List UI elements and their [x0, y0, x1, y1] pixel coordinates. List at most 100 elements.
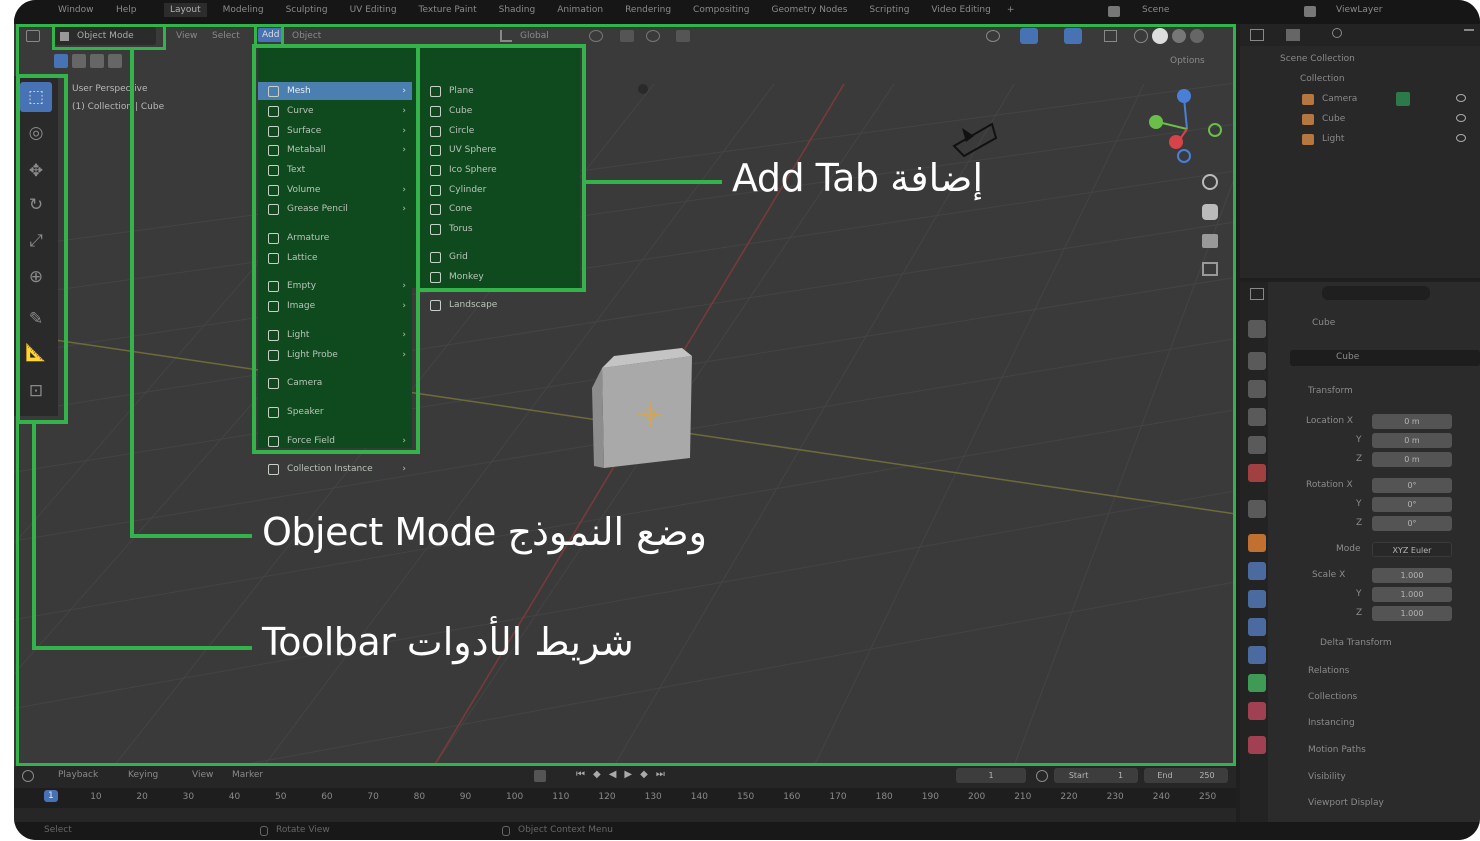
- outliner-collection[interactable]: Collection: [1300, 74, 1345, 84]
- rotation-y-field[interactable]: 0°: [1372, 497, 1452, 512]
- jump-keyframe-back-icon[interactable]: ◆: [593, 769, 601, 780]
- menu-marker[interactable]: Marker: [232, 770, 263, 780]
- workspace-tab-geometry-nodes[interactable]: Geometry Nodes: [765, 3, 853, 17]
- tool-tab-icon[interactable]: [1248, 320, 1266, 338]
- panel-viewport-display[interactable]: Viewport Display: [1308, 798, 1384, 808]
- frame-tick-label: 20: [136, 792, 148, 802]
- display-mode-icon[interactable]: [1286, 29, 1300, 41]
- outliner-scene-collection[interactable]: Scene Collection: [1280, 54, 1355, 64]
- physics-tab-icon[interactable]: [1248, 618, 1266, 636]
- add-workspace-button[interactable]: +: [1003, 3, 1019, 17]
- scale-y-field[interactable]: 1.000: [1372, 587, 1452, 602]
- mouse-right-icon: [502, 826, 510, 836]
- properties-editor-icon[interactable]: [1250, 288, 1264, 300]
- cube-item-icon: [1302, 114, 1314, 125]
- scale-x-label: Scale X: [1312, 570, 1346, 580]
- view-layer-selector[interactable]: ViewLayer: [1336, 5, 1382, 15]
- menu-window[interactable]: Window: [58, 5, 94, 15]
- frame-tick-label: 150: [737, 792, 755, 802]
- rotation-mode-dropdown[interactable]: XYZ Euler: [1372, 542, 1452, 557]
- properties-panel: Cube Cube Transform Location X 0 m Y 0 m…: [1240, 282, 1480, 840]
- jump-keyframe-forward-icon[interactable]: ◆: [640, 769, 648, 780]
- frame-tick-label: 110: [552, 792, 570, 802]
- workspace-tab-shading[interactable]: Shading: [493, 3, 542, 17]
- outliner-item-light[interactable]: Light: [1322, 134, 1344, 144]
- workspace-tab-rendering[interactable]: Rendering: [619, 3, 677, 17]
- rotation-z-field[interactable]: 0°: [1372, 516, 1452, 531]
- menu-keying[interactable]: Keying: [128, 770, 158, 780]
- collection-tab-icon[interactable]: [1248, 500, 1266, 518]
- outliner-search-icon[interactable]: [1332, 28, 1342, 38]
- workspace-tab-texture-paint[interactable]: Texture Paint: [413, 3, 483, 17]
- panel-motion-paths[interactable]: Motion Paths: [1308, 745, 1366, 755]
- scene-tab-icon[interactable]: [1248, 436, 1266, 454]
- outliner-item-camera[interactable]: Camera: [1322, 94, 1357, 104]
- panel-delta-transform[interactable]: Delta Transform: [1320, 638, 1392, 648]
- outliner-header: [1240, 24, 1480, 46]
- blender-window: Window Help Layout Modeling Sculpting UV…: [14, 0, 1480, 840]
- panel-collections[interactable]: Collections: [1308, 692, 1357, 702]
- transform-panel-header[interactable]: Transform: [1308, 386, 1353, 396]
- play-icon[interactable]: ▶: [624, 769, 632, 780]
- panel-visibility[interactable]: Visibility: [1308, 772, 1346, 782]
- add-tab-leader-line: [586, 180, 722, 184]
- location-z-field[interactable]: 0 m: [1372, 452, 1452, 467]
- rotation-y-label: Y: [1356, 499, 1362, 509]
- status-bar: Select Rotate View Object Context Menu: [14, 822, 1480, 840]
- rotation-mode-label: Mode: [1336, 544, 1361, 554]
- constraints-tab-icon[interactable]: [1248, 646, 1266, 664]
- texture-tab-icon[interactable]: [1248, 736, 1266, 754]
- modifier-tab-icon[interactable]: [1248, 562, 1266, 580]
- visibility-eye-icon[interactable]: [1456, 114, 1466, 122]
- filter-icon[interactable]: [1464, 29, 1474, 41]
- add-menu-highlight-col2: [416, 44, 586, 292]
- jump-end-icon[interactable]: ⏭: [656, 769, 665, 780]
- record-icon[interactable]: [534, 770, 546, 782]
- output-tab-icon[interactable]: [1248, 380, 1266, 398]
- object-tab-icon[interactable]: [1248, 534, 1266, 552]
- menu-help[interactable]: Help: [116, 5, 137, 15]
- workspace-tab-sculpting[interactable]: Sculpting: [280, 3, 334, 17]
- workspace-tab-animation[interactable]: Animation: [551, 3, 609, 17]
- menu-playback[interactable]: Playback: [58, 770, 98, 780]
- scale-z-field[interactable]: 1.000: [1372, 606, 1452, 621]
- workspace-tab-scripting[interactable]: Scripting: [863, 3, 915, 17]
- data-tab-icon[interactable]: [1248, 674, 1266, 692]
- camera-item-icon: [1302, 94, 1314, 105]
- object-name-field[interactable]: Cube: [1290, 350, 1480, 366]
- workspace-tab-compositing[interactable]: Compositing: [687, 3, 755, 17]
- workspace-tab-video-editing[interactable]: Video Editing: [925, 3, 996, 17]
- frame-ruler[interactable]: 1 10 20 30 40 50 60 70 80 90 100 110 120 130 140 150 160…: [14, 788, 1236, 808]
- outliner-editor-icon[interactable]: [1250, 29, 1264, 41]
- rotation-x-field[interactable]: 0°: [1372, 478, 1452, 493]
- visibility-eye-icon[interactable]: [1456, 94, 1466, 102]
- workspace-tab-modeling[interactable]: Modeling: [217, 3, 270, 17]
- material-tab-icon[interactable]: [1248, 702, 1266, 720]
- menu-timeline-view[interactable]: View: [192, 770, 213, 780]
- scene-selector[interactable]: Scene: [1142, 5, 1169, 15]
- outliner-item-cube[interactable]: Cube: [1322, 114, 1345, 124]
- frame-tick-label: 250: [1199, 792, 1217, 802]
- visibility-eye-icon[interactable]: [1456, 134, 1466, 142]
- play-reverse-icon[interactable]: ◀: [609, 769, 617, 780]
- timeline-editor-icon[interactable]: [22, 770, 34, 782]
- workspace-tab-uv-editing[interactable]: UV Editing: [344, 3, 403, 17]
- location-y-field[interactable]: 0 m: [1372, 433, 1452, 448]
- particles-tab-icon[interactable]: [1248, 590, 1266, 608]
- start-frame-field[interactable]: Start 1: [1054, 768, 1138, 783]
- frame-tick-label: 70: [367, 792, 379, 802]
- current-frame-field[interactable]: 1: [956, 768, 1026, 783]
- scale-x-field[interactable]: 1.000: [1372, 568, 1452, 583]
- jump-start-icon[interactable]: ⏮: [576, 769, 585, 780]
- panel-relations[interactable]: Relations: [1308, 666, 1349, 676]
- location-x-field[interactable]: 0 m: [1372, 414, 1452, 429]
- world-tab-icon[interactable]: [1248, 464, 1266, 482]
- workspace-tab-layout[interactable]: Layout: [164, 3, 207, 17]
- end-frame-field[interactable]: End 250: [1144, 768, 1228, 783]
- panel-instancing[interactable]: Instancing: [1308, 718, 1355, 728]
- frame-tick-label: 240: [1152, 792, 1170, 802]
- properties-search[interactable]: [1322, 286, 1430, 300]
- view-layer-tab-icon[interactable]: [1248, 408, 1266, 426]
- frame-tick-label: 160: [783, 792, 801, 802]
- render-tab-icon[interactable]: [1248, 352, 1266, 370]
